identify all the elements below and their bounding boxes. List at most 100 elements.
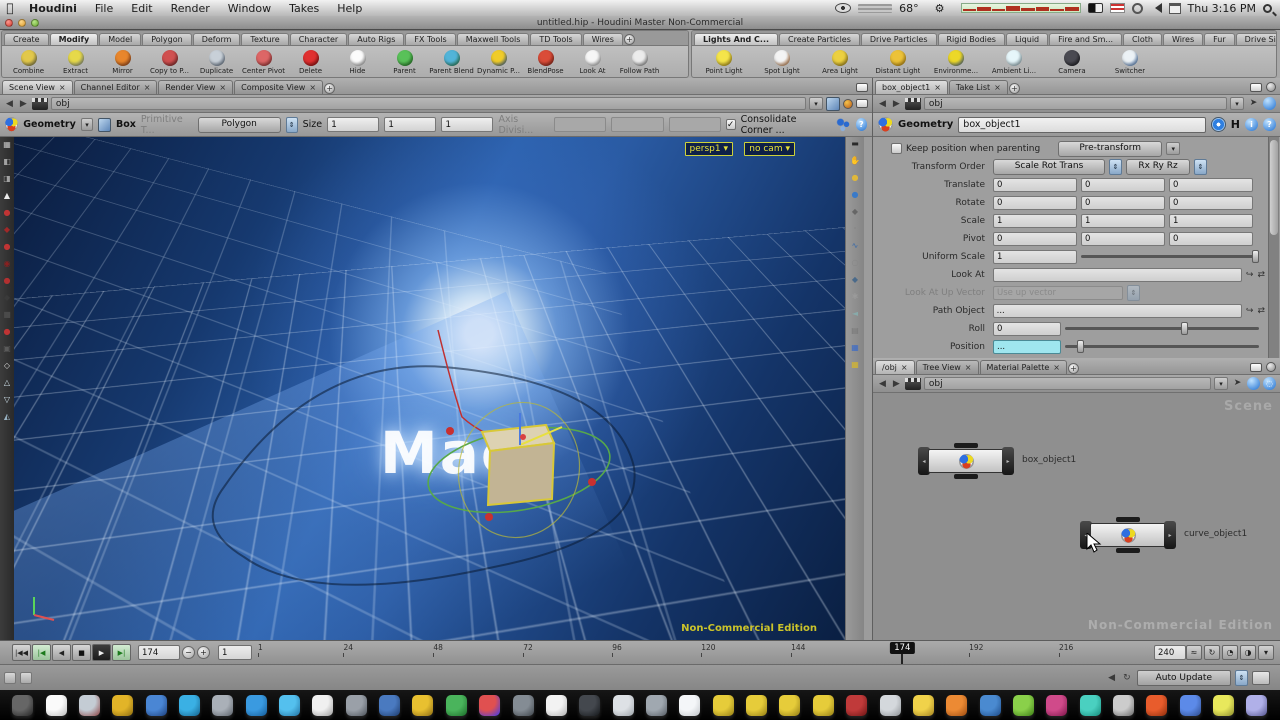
help-icon[interactable]: ? bbox=[1263, 118, 1276, 131]
pane-maximize-icon[interactable] bbox=[856, 83, 868, 92]
menu-item[interactable]: Edit bbox=[122, 2, 161, 15]
position-slider[interactable] bbox=[1065, 345, 1259, 348]
menu-item[interactable]: Help bbox=[328, 2, 371, 15]
rotate-y-field[interactable]: 0 bbox=[1081, 196, 1165, 210]
shelf-tool-button[interactable]: Distant Light bbox=[869, 50, 927, 75]
dock-app-icon[interactable] bbox=[679, 695, 700, 716]
shelf-tab[interactable]: Auto Rigs bbox=[348, 33, 404, 45]
viewport-display-icon[interactable]: ○ bbox=[852, 259, 859, 267]
shelf-tool-button[interactable]: Mirror bbox=[99, 50, 146, 75]
pretransform-dropdown[interactable]: Pre-transform bbox=[1058, 141, 1162, 157]
viewport-display-icon[interactable]: ◄ bbox=[852, 310, 858, 318]
transform-order-dropdown[interactable]: Scale Rot Trans bbox=[993, 159, 1105, 175]
update-back-icon[interactable]: ◀ bbox=[1106, 673, 1117, 683]
rotate-order-stepper[interactable]: ⇕ bbox=[1194, 159, 1207, 175]
path-forward-icon[interactable]: ▶ bbox=[18, 99, 29, 109]
path-back-icon[interactable]: ◀ bbox=[877, 99, 888, 109]
network-editor[interactable]: Scene ◂ ▸ box_object1 ◂ ▸ curve_object1 … bbox=[873, 393, 1280, 640]
viewport-display-icon[interactable]: ∿ bbox=[852, 242, 859, 250]
shelf-tab[interactable]: Create Particles bbox=[779, 33, 860, 45]
timeline-ruler[interactable]: 124487296120144192216 174 bbox=[258, 642, 1148, 664]
update-refresh-icon[interactable]: ↻ bbox=[1121, 673, 1133, 683]
viewport-display-icon[interactable]: ◆ bbox=[852, 208, 858, 216]
tab-close-icon[interactable]: × bbox=[994, 83, 1001, 92]
shelf-tool-button[interactable]: Dynamic P... bbox=[475, 50, 522, 75]
viewport-tool-icon[interactable]: ■ bbox=[3, 311, 11, 319]
viewport-tool-icon[interactable]: ◭ bbox=[4, 413, 10, 421]
spotlight-icon[interactable] bbox=[1263, 4, 1272, 13]
viewport-tool-icon[interactable]: ● bbox=[4, 243, 11, 251]
menu-item[interactable]: Render bbox=[162, 2, 219, 15]
select-node-icon[interactable] bbox=[1211, 117, 1226, 132]
pane-tab[interactable]: Material Palette× bbox=[980, 360, 1067, 374]
size-x-field[interactable]: 1 bbox=[327, 117, 379, 132]
viewport-display-icon[interactable]: · bbox=[854, 225, 857, 233]
viewport-tool-icon[interactable]: ● bbox=[4, 209, 11, 217]
viewport-tool-icon[interactable]: ● bbox=[4, 277, 11, 285]
shelf-tool-button[interactable]: Parent bbox=[381, 50, 428, 75]
tab-close-icon[interactable]: × bbox=[144, 83, 151, 92]
transport-button[interactable]: ◀ bbox=[52, 644, 71, 661]
frame-decrement-button[interactable]: − bbox=[182, 646, 195, 659]
size-y-field[interactable]: 1 bbox=[384, 117, 436, 132]
shelf-tab[interactable]: Cloth bbox=[1123, 33, 1162, 45]
position-field[interactable]: ... bbox=[993, 340, 1061, 354]
transport-button[interactable]: |◀◀ bbox=[12, 644, 31, 661]
status-icon[interactable] bbox=[4, 672, 16, 684]
dock-app-icon[interactable] bbox=[1046, 695, 1067, 716]
viewport-tool-icon[interactable]: ▽ bbox=[4, 396, 10, 404]
viewport-tool-icon[interactable]: ◆ bbox=[4, 226, 10, 234]
glass-cube-icon[interactable] bbox=[826, 97, 840, 111]
shelf-tab[interactable]: Character bbox=[290, 33, 348, 45]
points-icon[interactable] bbox=[836, 118, 850, 132]
consolidate-checkbox[interactable]: ✓ bbox=[726, 119, 736, 130]
apple-menu-icon[interactable]:  bbox=[0, 1, 20, 15]
dock-app-icon[interactable] bbox=[479, 695, 500, 716]
dock-app-icon[interactable] bbox=[1180, 695, 1201, 716]
node-type-dropdown-icon[interactable]: ▾ bbox=[81, 118, 94, 131]
shelf-tab[interactable]: Drive Particles bbox=[861, 33, 937, 45]
node-flag-right[interactable]: ▸ bbox=[1164, 521, 1176, 549]
dock-app-icon[interactable] bbox=[579, 695, 600, 716]
viewport-display-icon[interactable]: ▤ bbox=[851, 327, 859, 335]
path-field[interactable]: obj bbox=[924, 377, 1211, 390]
dock-app-icon[interactable] bbox=[212, 695, 233, 716]
dock-app-icon[interactable] bbox=[12, 695, 33, 716]
op-swap-icon[interactable]: ⇄ bbox=[1257, 270, 1265, 280]
path-node-icon[interactable] bbox=[905, 98, 921, 110]
dock-app-icon[interactable] bbox=[980, 695, 1001, 716]
pane-add-tab-button[interactable]: + bbox=[324, 83, 335, 94]
display-menu-icon[interactable] bbox=[1088, 3, 1103, 13]
pane-tab[interactable]: /obj× bbox=[875, 360, 915, 374]
menu-item[interactable]: Takes bbox=[280, 2, 328, 15]
shelf-tool-button[interactable]: Center Pivot bbox=[240, 50, 287, 75]
pane-tab[interactable]: Take List× bbox=[949, 80, 1008, 94]
path-back-icon[interactable]: ◀ bbox=[877, 379, 888, 389]
tab-close-icon[interactable]: × bbox=[309, 83, 316, 92]
tab-close-icon[interactable]: × bbox=[1053, 363, 1060, 372]
tab-close-icon[interactable]: × bbox=[59, 83, 66, 92]
dock-app-icon[interactable] bbox=[412, 695, 433, 716]
rotate-x-field[interactable]: 0 bbox=[993, 196, 1077, 210]
dock-app-icon[interactable] bbox=[846, 695, 867, 716]
dock-app-icon[interactable] bbox=[379, 695, 400, 716]
shelf-tab[interactable]: Drive Simula... bbox=[1236, 33, 1277, 45]
playbar-option-button[interactable]: ◔ bbox=[1222, 645, 1238, 660]
pin-icon[interactable]: ➤ bbox=[1231, 377, 1244, 390]
scale-z-field[interactable]: 1 bbox=[1169, 214, 1253, 228]
pane-maximize-icon[interactable] bbox=[1250, 83, 1262, 92]
transport-button[interactable]: ▶ bbox=[92, 644, 111, 661]
path-object-field[interactable]: ... bbox=[993, 304, 1242, 318]
dock-app-icon[interactable] bbox=[646, 695, 667, 716]
roll-slider[interactable] bbox=[1065, 327, 1259, 330]
shelf-tool-button[interactable]: Delete bbox=[287, 50, 334, 75]
path-forward-icon[interactable]: ▶ bbox=[891, 99, 902, 109]
op-swap-icon[interactable]: ⇄ bbox=[1257, 306, 1265, 316]
shelf-tab[interactable]: Fire and Sm... bbox=[1049, 33, 1122, 45]
shelf-tab[interactable]: Wires bbox=[1163, 33, 1203, 45]
viewport-display-icon[interactable]: ✋ bbox=[850, 157, 860, 165]
pane-tab[interactable]: Render View× bbox=[158, 80, 233, 94]
eye-menu-icon[interactable] bbox=[835, 3, 851, 13]
sync-icon[interactable] bbox=[1263, 97, 1276, 110]
shelf-add-tab-button[interactable]: + bbox=[624, 34, 635, 45]
